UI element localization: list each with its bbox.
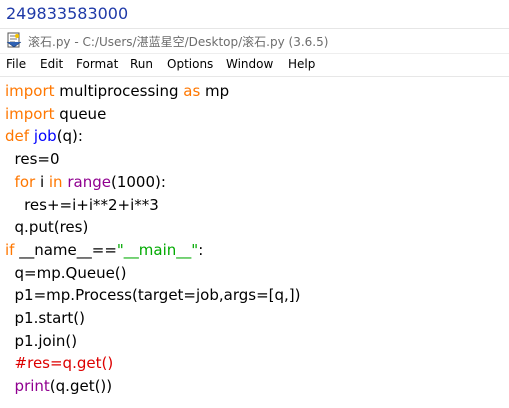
- code-line[interactable]: import queue: [5, 103, 106, 125]
- code-token: for: [14, 172, 36, 191]
- menu-window[interactable]: Window: [226, 57, 273, 71]
- code-line[interactable]: print(q.get()): [5, 375, 113, 397]
- code-token: p1.join(): [5, 331, 78, 350]
- code-token: #res=q.get(): [5, 354, 114, 373]
- code-token: mp: [200, 82, 230, 100]
- code-token: in: [48, 172, 63, 191]
- code-token: p1.start(): [5, 309, 86, 327]
- code-token: queue: [54, 104, 107, 123]
- code-token: (q):: [56, 127, 83, 146]
- code-token: "__main__": [116, 240, 199, 259]
- code-token: __name__==: [14, 240, 117, 259]
- code-token: def: [5, 127, 30, 146]
- code-editor[interactable]: import multiprocessing as mp import queue…: [0, 78, 509, 408]
- menu-bar: File Edit Format Run Options Window Help: [0, 54, 509, 77]
- code-token: as: [183, 82, 201, 100]
- code-token: :: [198, 240, 204, 259]
- menu-options[interactable]: Options: [167, 57, 213, 71]
- menu-edit[interactable]: Edit: [40, 57, 63, 71]
- code-line[interactable]: q.put(res): [5, 216, 89, 238]
- code-token: res=0: [5, 150, 60, 169]
- code-line[interactable]: def job(q):: [5, 125, 83, 147]
- code-token: res+=i+i**2+i**3: [5, 195, 159, 214]
- code-line[interactable]: res+=i+i**2+i**3: [5, 194, 159, 216]
- code-line[interactable]: import multiprocessing as mp: [5, 80, 229, 102]
- code-token: (1000):: [110, 172, 166, 191]
- code-token: multiprocessing: [54, 82, 184, 100]
- code-token: range: [67, 172, 111, 191]
- menu-help[interactable]: Help: [288, 57, 315, 71]
- python-file-icon: [6, 32, 22, 48]
- code-line[interactable]: p1.join(): [5, 330, 78, 352]
- code-line[interactable]: q=mp.Queue(): [5, 262, 127, 284]
- code-line[interactable]: p1.start(): [5, 307, 85, 329]
- code-line[interactable]: #res=q.get(): [5, 352, 114, 374]
- menu-format[interactable]: Format: [76, 57, 118, 71]
- shell-output-text: 249833583000: [6, 4, 129, 23]
- shell-output-area[interactable]: 249833583000: [0, 0, 509, 29]
- window-titlebar[interactable]: 滚石.py - C:/Users/湛蓝星空/Desktop/滚石.py (3.6…: [0, 29, 509, 54]
- code-line[interactable]: res=0: [5, 148, 60, 170]
- code-token: q.put(res): [5, 218, 89, 237]
- code-token: import: [5, 82, 55, 100]
- menu-file[interactable]: File: [6, 57, 26, 71]
- code-line[interactable]: p1=mp.Process(target=job,args=[q,]): [5, 284, 301, 306]
- code-token: (q.get()): [49, 377, 113, 396]
- code-token: p1=mp.Process(target=job,args=[q,]): [5, 286, 301, 305]
- window-title: 滚石.py - C:/Users/湛蓝星空/Desktop/滚石.py (3.6…: [28, 35, 329, 49]
- code-token: job: [33, 127, 57, 146]
- code-token: q=mp.Queue(): [5, 263, 127, 282]
- code-line[interactable]: if __name__=="__main__":: [5, 239, 203, 261]
- code-token: print: [14, 377, 50, 396]
- code-token: import: [5, 104, 55, 123]
- menu-run[interactable]: Run: [130, 57, 153, 71]
- code-token: i: [35, 172, 49, 191]
- code-line[interactable]: for i in range(1000):: [5, 171, 166, 193]
